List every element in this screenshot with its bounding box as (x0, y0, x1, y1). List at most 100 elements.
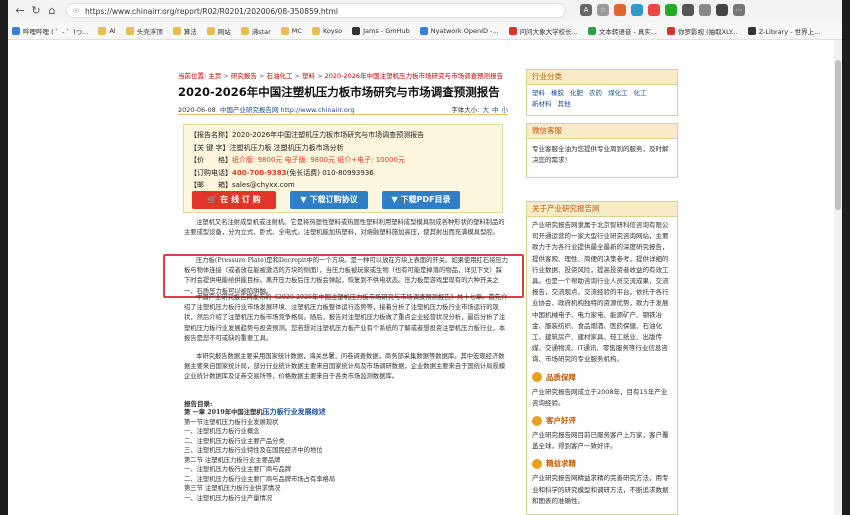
category-link[interactable]: 农药 (589, 89, 602, 97)
about-title: 关于产业研究报告网 (527, 202, 677, 217)
site-icon (587, 26, 596, 35)
category-list: 塑料 橡胶 化肥 农药 煤化工 化工 新材料 其他 (527, 85, 677, 113)
bookmarks-bar: 哔哩哔哩 ( ゜- ゜)つ... AI 头壳浮顶 算法 网站 沸star MC … (8, 22, 842, 40)
source-link[interactable]: 中国产业研究报告网 http://www.chinairr.org (220, 106, 355, 114)
category-link[interactable]: 其他 (558, 100, 571, 108)
service-text: 专业客服全油为您提供专业周到的服务，及时解决您的需求！ (532, 145, 669, 164)
url-bar[interactable]: ☉ https://www.chinairr.org/report/R02/R0… (66, 3, 566, 18)
github-icon (352, 26, 361, 35)
category-title: 行业分类 (527, 70, 677, 85)
toc-item[interactable]: 一、注塑机压力板行业概念 (184, 427, 504, 437)
publish-date: 2020-06-08 (178, 106, 216, 114)
category-link[interactable]: 橡胶 (551, 89, 564, 97)
toc-item[interactable]: 一、注塑机压力板行业产量情况 (184, 494, 504, 504)
collections-icon[interactable] (699, 4, 711, 16)
category-link[interactable]: 塑料 (532, 89, 545, 97)
feature-text: 产业研究报告网成立于2008年，目有15年产业咨询经验。 (532, 387, 668, 407)
price-row: 【价 格】纸介版: 9800元 电子版: 9800元 纸介+电子: 10000元 (190, 156, 405, 164)
folder-icon (206, 26, 215, 35)
font-size-large[interactable]: 大 (483, 106, 490, 114)
service-title: 微信客服 (527, 124, 677, 139)
download-pdf-button[interactable]: ▼ 下载PDF目录 (382, 191, 460, 209)
bookmark[interactable]: Nyatwork OpenID -... (419, 26, 499, 35)
bookmark[interactable]: AI (98, 26, 116, 35)
bookmark[interactable]: 沸star (240, 26, 271, 36)
bookmark[interactable]: Koyso (311, 26, 342, 35)
phone-row: 【订购电话】400-700-9383(免长话费) 010-80993936 (190, 168, 374, 177)
toc-item[interactable]: 第三节 注塑机压力板行业供求情况 (184, 484, 504, 494)
site-icon (419, 26, 428, 35)
site-icon (508, 26, 517, 35)
bookmark[interactable]: 头壳浮顶 (125, 26, 163, 36)
data-source-paragraph: 本研究报告数据主要采用国家统计数据，海关总署，问卷调查数据，商务部采集数据等数据… (184, 353, 506, 381)
bookmark[interactable]: Z-Library - 世界上... (747, 26, 820, 36)
folder-icon (280, 26, 289, 35)
action-buttons: 🛒 在 线 订 购 ▼ 下载订购协议 ▼ 下载PDF目录 (186, 191, 506, 211)
breadcrumb-home[interactable]: 当前位置: 主页 (178, 72, 221, 80)
download-icon: ▼ (300, 195, 307, 204)
font-size-medium[interactable]: 中 (492, 106, 499, 114)
refresh-icon[interactable]: ↻ (28, 3, 44, 19)
bookmark[interactable]: 哔哩哔哩 ( ゜- ゜)つ... (12, 26, 88, 36)
breadcrumb-current[interactable]: 2020-2026年中国注塑机压力板市场研究与市场调查预测报告 (325, 72, 503, 80)
url-text: https://www.chinairr.org/report/R02/R020… (85, 7, 338, 16)
precision-icon (532, 458, 542, 469)
thumbs-up-icon (532, 415, 542, 426)
article-meta: 2020-06-08 中国产业研究报告网 http://www.chinairr… (178, 104, 508, 115)
bookmark[interactable]: Jams - GmHub (352, 26, 410, 35)
favorite-star-icon[interactable]: ☆ (597, 4, 609, 16)
home-icon[interactable]: ⌂ (44, 3, 60, 19)
toc-item[interactable]: 二、注塑机压力板行业主要产品分类 (184, 437, 504, 447)
scrollbar-thumb[interactable] (835, 60, 841, 210)
feature-text: 产业研究报告网精益求精的完善研究方法，用专业和科学的研究模型和调研方法，不断追求… (532, 474, 669, 505)
font-size-small[interactable]: 小 (502, 106, 509, 114)
highlight-box (163, 254, 524, 298)
bookmark[interactable]: 文本转语音 - 真实... (587, 26, 657, 36)
folder-icon (172, 26, 181, 35)
read-aloud-icon[interactable]: A (580, 4, 592, 16)
lock-icon: ☉ (73, 7, 80, 15)
bilibili-icon (12, 26, 20, 35)
category-panel: 行业分类 塑料 橡胶 化肥 农药 煤化工 化工 新材料 其他 (526, 69, 678, 116)
extension-icon[interactable] (665, 4, 677, 16)
category-link[interactable]: 煤化工 (608, 89, 628, 97)
bookmark[interactable]: 网站 (206, 26, 231, 36)
category-link[interactable]: 化工 (634, 89, 647, 97)
font-size-control: 字体大小: 大中小 (451, 106, 509, 114)
bookmark[interactable]: MC (280, 26, 302, 35)
breadcrumb-item[interactable]: 研究报告 (231, 72, 257, 80)
more-icon[interactable]: ⋯ (733, 4, 745, 16)
toc-chapter[interactable]: 第 一章 2019年中国注塑机压力板行业发展综述 (184, 407, 504, 418)
category-link[interactable]: 化肥 (570, 89, 583, 97)
bookmark[interactable]: 你罗影视 (抽取XLY... (667, 26, 738, 36)
toc-item[interactable]: 第一节注塑机压力板行业发展现状 (184, 418, 504, 428)
report-name-row: 【报告名称】2020-2026年中国注塑机压力板市场研究与市场调查预测报告 (190, 131, 425, 139)
toc-item[interactable]: 二、注塑机压力板行业主要厂商与品牌市场占有率格局 (184, 475, 504, 485)
toc-item[interactable]: 三、注塑机压力板行业特性及在国民经济中的地位 (184, 446, 504, 456)
toc-item[interactable]: 一、注塑机压力板行业主要厂商与品牌 (184, 465, 504, 475)
breadcrumb-item[interactable]: 塑料 (302, 72, 315, 80)
bookmark[interactable]: 问问大象大学校长... (508, 26, 578, 36)
extension-icon[interactable] (682, 4, 694, 16)
table-of-contents: 第 一章 2019年中国注塑机压力板行业发展综述 第一节注塑机压力板行业发展现状… (184, 407, 504, 503)
bookmark[interactable]: 算法 (172, 26, 197, 36)
intro-paragraph: 注塑机又名注射成型机或注射机。它是将热塑性塑料或热固性塑料利用塑料成型模具制成各… (184, 219, 505, 237)
about-text: 产业研究报告网隶属于北京智研科信咨询有限公司开通运营的一家大型行业研究咨询网站，… (532, 221, 669, 364)
feature-heading: 客户好评 (527, 412, 677, 427)
feature-text: 产业研究报告网目前已服务客户上万家，客户覆盖全球，得到客户一致好评。 (532, 431, 669, 451)
online-order-button[interactable]: 🛒 在 线 订 购 (192, 191, 276, 209)
toc-item[interactable]: 第二节 注塑机压力板行业主要品牌 (184, 456, 504, 466)
report-summary-paragraph: 中国产业研究报告网发布的《2020-2026年中国注塑机压力板市场研究与市场调查… (184, 294, 508, 342)
download-icon: ▼ (391, 195, 398, 204)
back-icon[interactable]: ← (12, 3, 28, 19)
extension-icon[interactable] (631, 4, 643, 16)
scrollbar[interactable] (834, 40, 842, 515)
quality-icon (532, 372, 542, 383)
category-link[interactable]: 新材料 (532, 100, 552, 108)
extension-icon[interactable] (648, 4, 660, 16)
extension-icon[interactable] (614, 4, 626, 16)
profile-icon[interactable] (716, 4, 728, 16)
download-protocol-button[interactable]: ▼ 下载订购协议 (290, 191, 368, 209)
cart-icon: 🛒 (207, 195, 218, 204)
breadcrumb-item[interactable]: 石油化工 (266, 72, 292, 80)
